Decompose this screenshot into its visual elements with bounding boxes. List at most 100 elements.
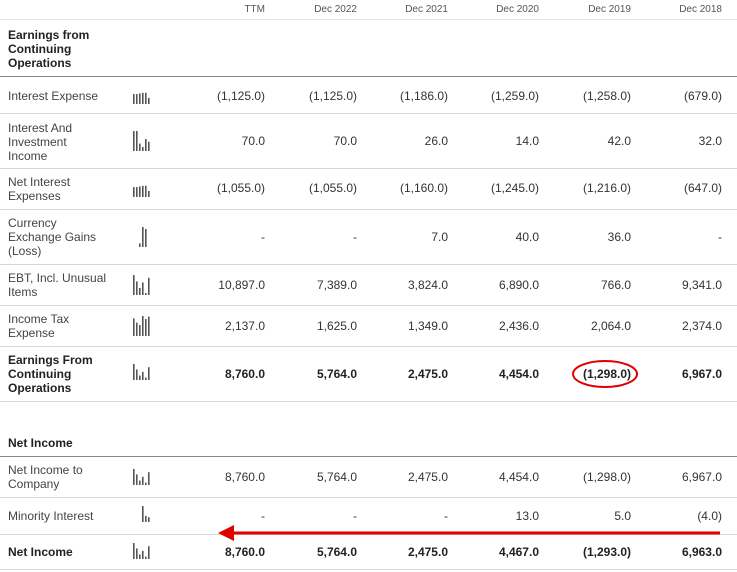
section-net-income: Net Income — [0, 402, 737, 457]
cell-ebt-incl-unusual-2018: 9,341.0 — [681, 278, 722, 292]
sparkline-bar — [145, 377, 147, 380]
cell-interest-expense-2022: (1,125.0) — [308, 89, 357, 103]
table-row-income-tax: Income Tax Expense 2,137.0 1,625.0 1,349… — [0, 306, 737, 347]
sparkline-bar — [142, 550, 144, 559]
cell-net-income-2020: 4,467.0 — [498, 545, 539, 559]
row-label-net-income-to-company: Net Income to Company — [8, 463, 83, 491]
sparkline-icon-net-income[interactable] — [132, 543, 152, 559]
sparkline-icon-interest-investment-income[interactable] — [132, 131, 152, 151]
sparkline-icon-minority-interest[interactable] — [132, 506, 152, 522]
cell-interest-expense-2018: (679.0) — [683, 89, 722, 103]
sparkline-bar — [139, 375, 141, 380]
cell-interest-expense-2020: (1,259.0) — [490, 89, 539, 103]
table-row-ebt-incl-unusual: EBT, Incl. Unusual Items 10,897.0 7,389.… — [0, 265, 737, 306]
cell-interest-investment-income-2018: 32.0 — [698, 134, 722, 148]
cell-minority-interest-2019: 5.0 — [614, 509, 631, 523]
cell-earnings-continuing-2019: (1,298.0) — [582, 367, 631, 381]
sparkline-bar — [148, 316, 150, 336]
cell-currency-exchange-2019: 36.0 — [607, 230, 631, 244]
row-label-minority-interest: Minority Interest — [8, 509, 94, 523]
cell-earnings-continuing-2020: 4,454.0 — [498, 367, 539, 381]
cell-earnings-continuing-ttm: 8,760.0 — [224, 367, 265, 381]
sparkline-bar — [142, 185, 144, 197]
row-label-interest-expense: Interest Expense — [8, 89, 99, 103]
sparkline-bar — [148, 97, 150, 104]
sparkline-icon-income-tax[interactable] — [132, 316, 152, 336]
sparkline-bar — [145, 92, 147, 104]
cell-minority-interest-2021: - — [444, 509, 448, 523]
cell-earnings-continuing-2022: 5,764.0 — [316, 367, 357, 381]
cell-net-income-2019: (1,293.0) — [582, 545, 631, 559]
cell-net-income-to-company-2022: 5,764.0 — [316, 470, 357, 484]
sparkline-bar — [148, 141, 150, 151]
cell-net-income-2021: 2,475.0 — [407, 545, 448, 559]
sparkline-bar — [142, 92, 144, 104]
cell-net-income-to-company-2019: (1,298.0) — [582, 470, 631, 484]
sparkline-bar — [136, 281, 138, 295]
sparkline-bar — [139, 480, 141, 485]
column-header-ttm[interactable]: TTM — [244, 4, 265, 15]
cell-currency-exchange-2021: 7.0 — [431, 230, 448, 244]
cell-currency-exchange-ttm: - — [261, 230, 265, 244]
cell-net-income-to-company-ttm: 8,760.0 — [224, 470, 265, 484]
cell-net-interest-expenses-2019: (1,216.0) — [582, 181, 631, 195]
table-row-minority-interest: Minority Interest - - - 13.0 5.0 (4.0) — [0, 498, 737, 535]
cell-earnings-continuing-2018: 6,967.0 — [681, 367, 722, 381]
sparkline-bar — [133, 94, 135, 104]
cell-interest-expense-2021: (1,186.0) — [399, 89, 448, 103]
sparkline-icon-ebt-incl-unusual[interactable] — [132, 275, 152, 295]
row-label-ebt-incl-unusual: EBT, Incl. Unusual Items — [8, 271, 107, 299]
sparkline-icon-interest-expense[interactable] — [132, 88, 152, 104]
table-row-net-income-to-company: Net Income to Company 8,760.0 5,764.0 2,… — [0, 457, 737, 498]
cell-net-income-to-company-2021: 2,475.0 — [407, 470, 448, 484]
sparkline-icon-net-interest-expenses[interactable] — [132, 181, 152, 197]
cell-ebt-incl-unusual-2019: 766.0 — [600, 278, 631, 292]
section-earnings-continuing: Earnings from Continuing Operations — [0, 20, 737, 77]
cell-income-tax-2020: 2,436.0 — [498, 319, 539, 333]
column-header-dec-2022[interactable]: Dec 2022 — [314, 4, 357, 15]
cell-income-tax-ttm: 2,137.0 — [224, 319, 265, 333]
cell-interest-investment-income-2019: 42.0 — [607, 134, 631, 148]
sparkline-bar — [136, 187, 138, 197]
column-header-dec-2019[interactable]: Dec 2019 — [588, 4, 631, 15]
section-title-earnings: Earnings from Continuing Operations — [8, 28, 90, 70]
sparkline-bar — [145, 319, 147, 336]
cell-net-income-to-company-2020: 4,454.0 — [498, 470, 539, 484]
cell-interest-investment-income-2022: 70.0 — [333, 134, 357, 148]
column-header-dec-2020[interactable]: Dec 2020 — [496, 4, 539, 15]
sparkline-bar — [142, 506, 144, 522]
sparkline-bar — [145, 556, 147, 559]
sparkline-icon-net-income-to-company[interactable] — [132, 469, 152, 485]
sparkline-icon-earnings-continuing[interactable] — [132, 364, 152, 380]
row-label-net-interest-expenses: Net Interest Expenses — [8, 175, 71, 203]
cell-minority-interest-ttm: - — [261, 509, 265, 523]
sparkline-icon-currency-exchange[interactable] — [132, 227, 152, 247]
cell-net-income-ttm: 8,760.0 — [224, 545, 265, 559]
sparkline-bar — [145, 139, 147, 151]
table-row-earnings-continuing: Earnings From Continuing Operations 8,76… — [0, 347, 737, 402]
table-row-currency-exchange: Currency Exchange Gains (Loss) - - 7.0 4… — [0, 210, 737, 265]
sparkline-bar — [145, 293, 147, 295]
column-header-dec-2018[interactable]: Dec 2018 — [679, 4, 722, 15]
sparkline-bar — [145, 515, 147, 522]
sparkline-bar — [136, 548, 138, 559]
section-title-net-income: Net Income — [8, 436, 73, 450]
sparkline-bar — [148, 472, 150, 485]
cell-minority-interest-2022: - — [353, 509, 357, 523]
sparkline-bar — [133, 469, 135, 485]
cell-income-tax-2021: 1,349.0 — [407, 319, 448, 333]
cell-interest-investment-income-2020: 14.0 — [515, 134, 539, 148]
sparkline-bar — [136, 474, 138, 485]
cell-net-income-2018: 6,963.0 — [681, 545, 722, 559]
column-header-dec-2021[interactable]: Dec 2021 — [405, 4, 448, 15]
sparkline-bar — [139, 288, 141, 295]
cell-interest-expense-2019: (1,258.0) — [582, 89, 631, 103]
sparkline-bar — [139, 93, 141, 104]
sparkline-bar — [133, 364, 135, 380]
cell-minority-interest-2020: 13.0 — [515, 509, 539, 523]
sparkline-bar — [142, 371, 144, 380]
sparkline-bar — [136, 369, 138, 380]
table-row-net-income: Net Income 8,760.0 5,764.0 2,475.0 4,467… — [0, 535, 737, 570]
cell-net-income-to-company-2018: 6,967.0 — [681, 470, 722, 484]
cell-net-income-2022: 5,764.0 — [316, 545, 357, 559]
